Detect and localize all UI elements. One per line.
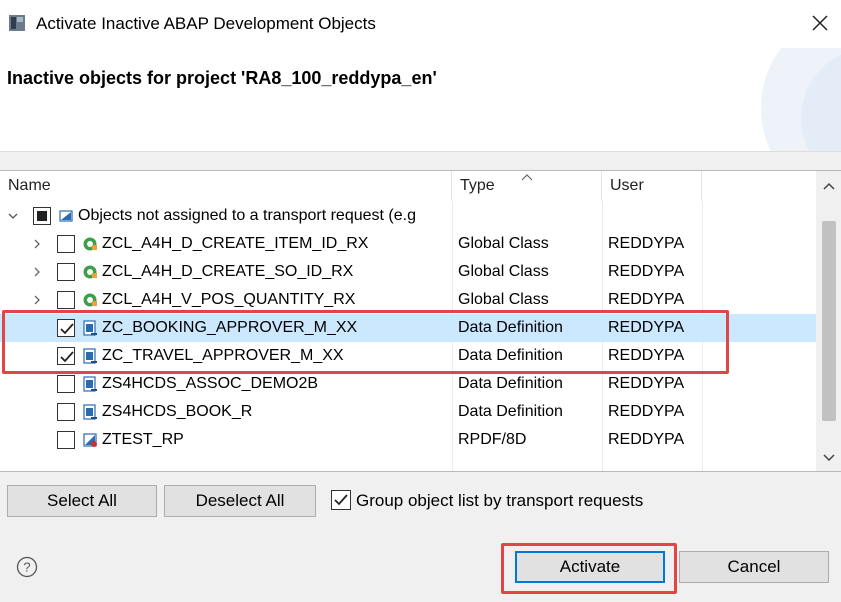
deselect-all-button[interactable]: Deselect All (164, 485, 316, 517)
object-name: ZC_BOOKING_APPROVER_M_XX (102, 319, 358, 336)
checkmark-icon (334, 494, 348, 506)
scroll-down-icon[interactable] (821, 449, 837, 465)
data-definition-icon (83, 376, 97, 392)
object-user: REDDYPA (608, 347, 685, 364)
title-bar: Activate Inactive ABAP Development Objec… (0, 0, 841, 48)
object-name: ZS4HCDS_ASSOC_DEMO2B (102, 375, 319, 392)
inactive-objects-tree[interactable]: Name Type User Objects not assigned to a… (0, 170, 841, 472)
object-type: Global Class (458, 235, 549, 252)
help-icon[interactable]: ? (16, 556, 38, 578)
object-row[interactable]: ZCL_A4H_V_POS_QUANTITY_RX Global Class RED… (0, 286, 816, 314)
scroll-up-icon[interactable] (821, 179, 837, 195)
object-user: REDDYPA (608, 291, 685, 308)
activate-button[interactable]: Activate (515, 551, 665, 583)
object-type: RPDF/8D (458, 431, 527, 448)
checkmark-icon (60, 351, 74, 363)
column-header-user[interactable]: User (602, 171, 702, 201)
object-checkbox[interactable] (57, 319, 75, 337)
header-decoration (761, 48, 841, 151)
object-checkbox[interactable] (57, 375, 75, 393)
object-checkbox[interactable] (57, 235, 75, 253)
object-row[interactable]: ZCL_A4H_D_CREATE_ITEM_ID_RX Global Class R… (0, 230, 816, 258)
object-type: Global Class (458, 263, 549, 280)
object-row[interactable]: ZC_TRAVEL_APPROVER_M_XX Data Definition RE… (0, 342, 816, 370)
sort-ascending-icon (521, 174, 533, 181)
object-checkbox[interactable] (57, 403, 75, 421)
object-checkbox[interactable] (57, 347, 75, 365)
object-user: REDDYPA (608, 403, 685, 420)
select-all-button[interactable]: Select All (7, 485, 157, 517)
object-checkbox[interactable] (57, 291, 75, 309)
cancel-button[interactable]: Cancel (679, 551, 829, 583)
eclipse-window-icon (9, 15, 25, 31)
checkmark-icon (60, 323, 74, 335)
object-name: ZTEST_RP (102, 431, 184, 448)
object-type: Data Definition (458, 347, 563, 364)
object-user: REDDYPA (608, 375, 685, 392)
object-name: ZCL_A4H_D_CREATE_SO_ID_RX (102, 263, 354, 280)
object-user: REDDYPA (608, 431, 685, 448)
object-checkbox[interactable] (57, 431, 75, 449)
dialog-heading: Inactive objects for project 'RA8_100_re… (7, 68, 437, 88)
object-row[interactable]: ZS4HCDS_BOOK_R Data Definition REDDYPA (0, 398, 816, 426)
object-user: REDDYPA (608, 319, 685, 336)
column-header-name[interactable]: Name (0, 171, 452, 201)
object-row[interactable]: ZCL_A4H_D_CREATE_SO_ID_RX Global Class RED… (0, 258, 816, 286)
object-checkbox[interactable] (57, 263, 75, 281)
object-type: Global Class (458, 291, 549, 308)
object-name: ZCL_A4H_V_POS_QUANTITY_RX (102, 291, 356, 308)
window-title: Activate Inactive ABAP Development Objec… (36, 14, 376, 33)
object-row[interactable]: ZC_BOOKING_APPROVER_M_XX Data Definition R… (0, 314, 816, 342)
data-definition-icon (83, 320, 97, 336)
group-checkbox[interactable] (33, 207, 51, 225)
transport-group-row[interactable]: Objects not assigned to a transport requ… (0, 202, 816, 230)
global-class-icon (83, 237, 97, 251)
object-row[interactable]: ZS4HCDS_ASSOC_DEMO2B Data Definition REDDY… (0, 370, 816, 398)
global-class-icon (83, 293, 97, 307)
object-type: Data Definition (458, 375, 563, 392)
object-row[interactable]: ZTEST_RP RPDF/8D REDDYPA (0, 426, 816, 454)
object-user: REDDYPA (608, 263, 685, 280)
chevron-right-icon[interactable] (31, 238, 43, 250)
close-icon[interactable] (809, 12, 831, 34)
global-class-icon (83, 265, 97, 279)
transport-group-icon (59, 210, 73, 222)
svg-text:?: ? (23, 560, 30, 575)
group-label: Objects not assigned to a transport requ… (78, 207, 416, 224)
object-name: ZS4HCDS_BOOK_R (102, 403, 253, 420)
chevron-down-icon[interactable] (7, 210, 19, 222)
object-type: Data Definition (458, 403, 563, 420)
rpdf-icon (83, 433, 97, 447)
object-type: Data Definition (458, 319, 563, 336)
group-by-transport-label: Group object list by transport requests (356, 491, 644, 510)
scrollbar-thumb[interactable] (822, 221, 836, 421)
dialog-header: Inactive objects for project 'RA8_100_re… (0, 48, 841, 152)
data-definition-icon (83, 404, 97, 420)
object-name: ZC_TRAVEL_APPROVER_M_XX (102, 347, 344, 364)
object-user: REDDYPA (608, 235, 685, 252)
chevron-right-icon[interactable] (31, 266, 43, 278)
vertical-scrollbar[interactable] (816, 171, 841, 471)
group-by-transport-checkbox[interactable] (331, 490, 351, 510)
chevron-right-icon[interactable] (31, 294, 43, 306)
object-name: ZCL_A4H_D_CREATE_ITEM_ID_RX (102, 235, 369, 252)
data-definition-icon (83, 348, 97, 364)
